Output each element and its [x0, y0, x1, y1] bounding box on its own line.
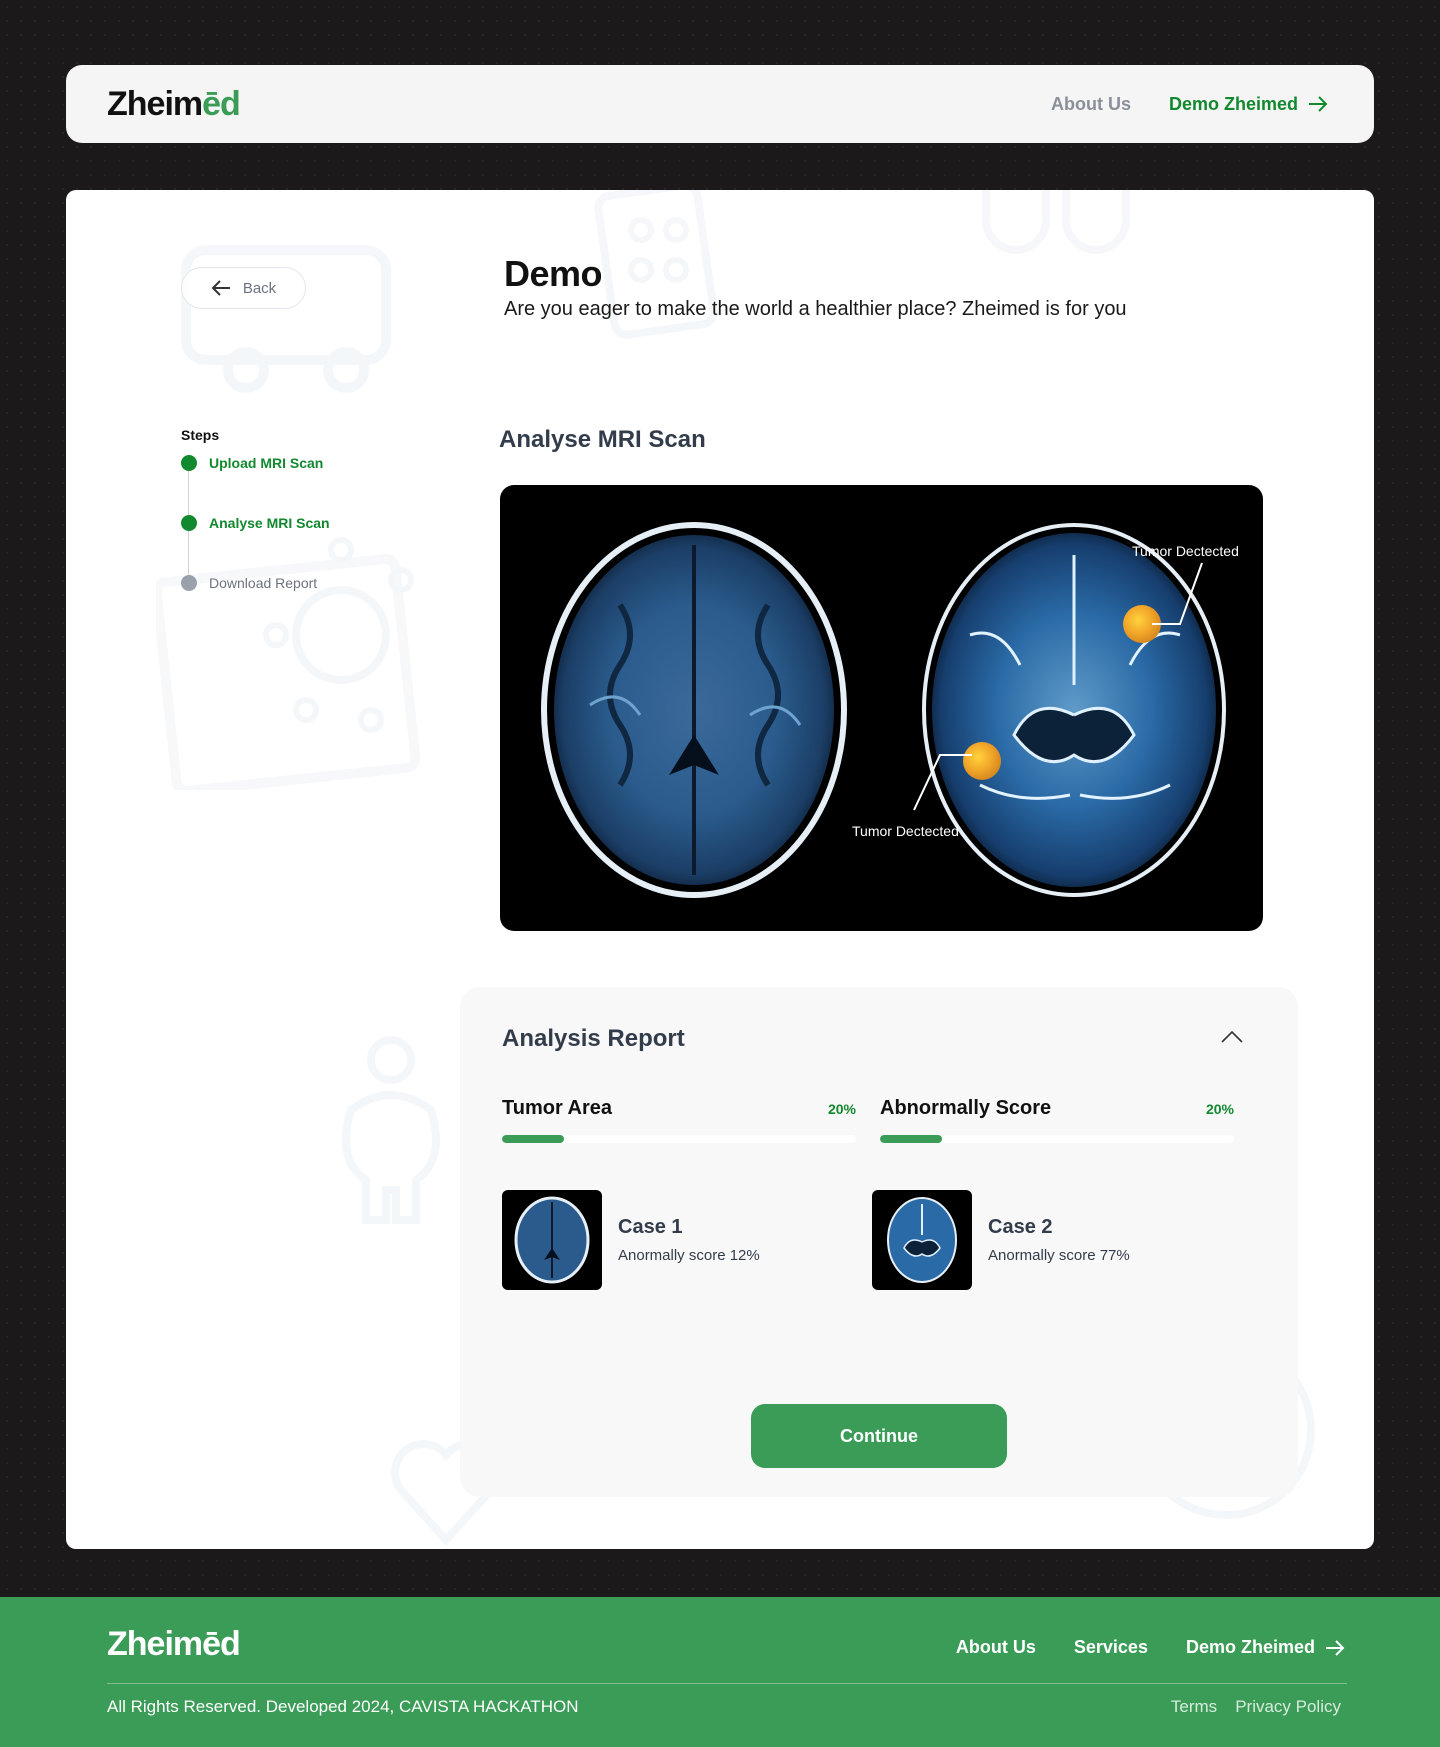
stethoscope-icon — [982, 190, 1130, 254]
step-label: Download Report — [209, 575, 318, 591]
metric-abnormally-score: Abnormally Score 20% — [880, 1097, 1234, 1143]
metric-name: Tumor Area — [502, 1097, 613, 1119]
steps-list: Upload MRI Scan Analyse MRI Scan Downloa… — [181, 453, 330, 633]
case-name: Case 2 — [988, 1216, 1053, 1238]
copyright-text: All Rights Reserved. Developed 2024, CAV… — [107, 1697, 579, 1716]
nav-demo-zheimed[interactable]: Demo Zheimed — [1169, 94, 1328, 115]
footer-nav: About Us Services Demo Zheimed — [956, 1637, 1345, 1658]
footer: Zheimēd About Us Services Demo Zheimed A… — [0, 1597, 1440, 1747]
progress-track — [502, 1135, 856, 1143]
footer-divider — [107, 1683, 1347, 1684]
metric-tumor-area: Tumor Area 20% — [502, 1097, 856, 1143]
terms-link[interactable]: Terms — [1171, 1697, 1217, 1717]
arrow-left-icon — [211, 280, 230, 296]
nav-about-us[interactable]: About Us — [1051, 94, 1131, 115]
step-download[interactable]: Download Report — [181, 573, 330, 633]
metric-value: 20% — [1205, 1100, 1234, 1117]
logo[interactable]: Zheimēd — [107, 84, 241, 124]
footer-logo[interactable]: Zheimēd — [107, 1625, 241, 1664]
arrow-right-icon — [1326, 1639, 1345, 1656]
steps-heading: Steps — [181, 427, 220, 443]
footer-demo-label: Demo Zheimed — [1185, 1637, 1315, 1657]
case-score: Anormally score 77% — [988, 1247, 1130, 1264]
case-thumbnail — [872, 1190, 972, 1290]
footer-link-about[interactable]: About Us — [956, 1637, 1036, 1658]
progress-fill — [502, 1135, 564, 1143]
nav-demo-label: Demo Zheimed — [1168, 93, 1298, 114]
step-label: Upload MRI Scan — [209, 455, 324, 471]
nav-links: About Us Demo Zheimed — [1051, 94, 1328, 115]
top-navbar: Zheimēd About Us Demo Zheimed — [66, 65, 1374, 143]
arrow-right-icon — [1309, 96, 1328, 112]
step-upload[interactable]: Upload MRI Scan — [181, 453, 330, 513]
case-score: Anormally score 12% — [618, 1247, 760, 1264]
page-subtitle: Are you eager to make the world a health… — [504, 298, 1127, 320]
footer-link-demo[interactable]: Demo Zheimed — [1186, 1637, 1345, 1658]
back-label: Back — [242, 279, 277, 297]
case-thumbnail — [502, 1190, 602, 1290]
demo-card: Back Steps Upload MRI Scan Analyse MRI S… — [66, 190, 1374, 1549]
report-title: Analysis Report — [502, 1025, 685, 1052]
logo-accent: ēd — [202, 84, 241, 123]
logo-text: Zheim — [107, 84, 203, 123]
mri-scan-image: Tumor Dectected Tumor Dectected — [500, 485, 1263, 931]
progress-track — [880, 1135, 1234, 1143]
ambulance-icon — [181, 245, 391, 393]
step-analyse[interactable]: Analyse MRI Scan — [181, 513, 330, 573]
footer-link-services[interactable]: Services — [1074, 1637, 1148, 1658]
continue-button[interactable]: Continue — [751, 1404, 1007, 1468]
analysis-report-panel: Analysis Report Tumor Area 20% Abnormall… — [460, 987, 1298, 1497]
back-button[interactable]: Back — [181, 267, 306, 309]
legal-links: Terms Privacy Policy — [1171, 1697, 1341, 1717]
step-done-dot — [181, 515, 197, 531]
tumor-label-top: Tumor Dectected — [1132, 543, 1239, 559]
metric-value: 20% — [827, 1100, 856, 1117]
metric-name: Abnormally Score — [880, 1097, 1052, 1119]
section-title: Analyse MRI Scan — [499, 426, 706, 453]
step-done-dot — [181, 455, 197, 471]
chevron-up-icon[interactable] — [1220, 1025, 1244, 1049]
case-card-2[interactable]: Case 2 Anormally score 77% — [872, 1190, 1130, 1290]
step-pending-dot — [181, 575, 197, 591]
progress-fill — [880, 1135, 942, 1143]
tumor-label-bottom: Tumor Dectected — [852, 823, 959, 839]
case-card-1[interactable]: Case 1 Anormally score 12% — [502, 1190, 760, 1290]
case-name: Case 1 — [618, 1216, 683, 1238]
person-icon — [342, 1036, 440, 1224]
privacy-policy-link[interactable]: Privacy Policy — [1235, 1697, 1341, 1717]
step-label: Analyse MRI Scan — [209, 515, 330, 531]
page-title: Demo — [504, 253, 603, 294]
